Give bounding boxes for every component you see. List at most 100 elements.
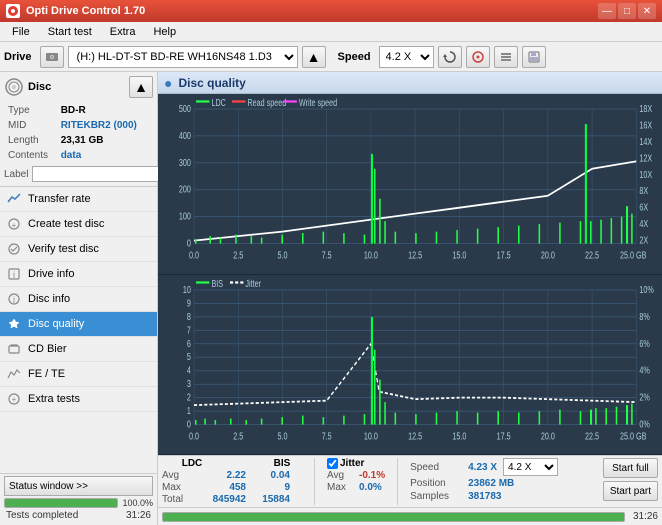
svg-text:2.5: 2.5 (233, 249, 243, 261)
svg-text:100: 100 (179, 210, 191, 222)
svg-text:3: 3 (187, 377, 191, 389)
svg-text:500: 500 (179, 103, 191, 115)
close-button[interactable]: ✕ (638, 3, 656, 19)
svg-text:6: 6 (187, 337, 191, 349)
drive-info-icon: i (6, 266, 22, 282)
samples-row: Samples 381783 (410, 491, 595, 502)
sidebar-item-disc-quality[interactable]: Disc quality (0, 312, 157, 337)
drive-select[interactable]: (H:) HL-DT-ST BD-RE WH16NS48 1.D3 (68, 46, 298, 68)
svg-text:14X: 14X (639, 136, 652, 148)
menu-help[interactable]: Help (145, 24, 184, 40)
ldc-total: 845942 (194, 494, 246, 505)
contents-value: data (59, 149, 151, 162)
svg-text:5: 5 (187, 350, 191, 362)
fe-te-label: FE / TE (28, 368, 65, 380)
divider2 (397, 458, 398, 505)
bottom-chart: 10 9 8 7 6 5 4 3 2 1 0 10% 8% 6% 4% (158, 275, 662, 456)
maximize-button[interactable]: □ (618, 3, 636, 19)
speed-stat-label: Speed (410, 462, 462, 473)
svg-text:2: 2 (187, 391, 191, 403)
sidebar-item-create-test-disc[interactable]: + Create test disc (0, 212, 157, 237)
svg-text:BIS: BIS (211, 277, 223, 289)
sidebar-item-transfer-rate[interactable]: Transfer rate (0, 187, 157, 212)
menu-extra[interactable]: Extra (102, 24, 144, 40)
minimize-button[interactable]: — (598, 3, 616, 19)
menu-start-test[interactable]: Start test (40, 24, 100, 40)
top-chart-svg: 500 400 300 200 100 0 18X 16X 14X 12X 10… (158, 94, 662, 274)
svg-text:7: 7 (187, 324, 191, 336)
drive-icon-btn[interactable] (40, 46, 64, 68)
content-area: ● Disc quality (158, 72, 662, 525)
sidebar-item-verify-test-disc[interactable]: Verify test disc (0, 237, 157, 262)
speed-stat-value: 4.23 X (468, 462, 497, 473)
mid-label: MID (6, 119, 57, 132)
disc-button[interactable] (466, 46, 490, 68)
svg-text:8: 8 (187, 310, 191, 322)
svg-text:4X: 4X (639, 218, 648, 230)
svg-text:17.5: 17.5 (497, 249, 511, 261)
verify-test-disc-label: Verify test disc (28, 243, 99, 255)
menu-file[interactable]: File (4, 24, 38, 40)
ldc-bis-stats: LDC BIS Avg 2.22 0.04 Max 458 9 Total 84… (162, 458, 302, 505)
svg-text:17.5: 17.5 (497, 430, 511, 442)
ldc-header: LDC (162, 458, 222, 469)
svg-text:Write speed: Write speed (299, 97, 337, 109)
svg-text:Read speed: Read speed (247, 97, 286, 109)
right-stats: Speed 4.23 X 4.2 X Position 23862 MB Sam… (410, 458, 595, 502)
disc-panel: Disc ▲ Type BD-R MID RITEKBR2 (000) Leng… (0, 72, 157, 187)
sidebar-item-fe-te[interactable]: FE / TE (0, 362, 157, 387)
svg-text:12.5: 12.5 (408, 430, 422, 442)
type-value: BD-R (59, 104, 151, 117)
speed-select[interactable]: 4.2 X (379, 46, 434, 68)
sidebar-item-extra-tests[interactable]: + Extra tests (0, 387, 157, 412)
svg-text:5.0: 5.0 (277, 430, 287, 442)
disc-eject-button[interactable]: ▲ (129, 76, 153, 98)
sidebar-item-cd-bier[interactable]: CD Bier (0, 337, 157, 362)
svg-text:0.0: 0.0 (189, 249, 199, 261)
disc-info-icon: i (6, 291, 22, 307)
sidebar-item-drive-info[interactable]: i Drive info (0, 262, 157, 287)
refresh-button[interactable] (438, 46, 462, 68)
start-part-button[interactable]: Start part (603, 481, 658, 501)
start-full-button[interactable]: Start full (603, 458, 658, 478)
speed-dropdown[interactable]: 4.2 X (503, 458, 558, 476)
settings-button[interactable] (494, 46, 518, 68)
transfer-rate-label: Transfer rate (28, 193, 91, 205)
drive-info-label: Drive info (28, 268, 74, 280)
app-title: Opti Drive Control 1.70 (26, 5, 145, 17)
svg-text:2.5: 2.5 (233, 430, 243, 442)
disc-label-input[interactable] (32, 166, 166, 182)
svg-text:10X: 10X (639, 168, 652, 180)
jitter-max-label: Max (327, 482, 355, 493)
progress-fill (5, 499, 117, 507)
eject-button[interactable]: ▲ (302, 46, 326, 68)
jitter-checkbox[interactable] (327, 458, 338, 469)
disc-info-label: Disc info (28, 293, 70, 305)
svg-text:i: i (13, 270, 15, 280)
svg-text:22.5: 22.5 (585, 249, 599, 261)
svg-text:i: i (13, 295, 15, 305)
save-button[interactable] (522, 46, 546, 68)
svg-text:5.0: 5.0 (277, 249, 287, 261)
svg-text:1: 1 (187, 404, 191, 416)
start-buttons: Start full Start part (603, 458, 658, 501)
bis-total: 15884 (250, 494, 290, 505)
svg-text:10.0: 10.0 (364, 430, 378, 442)
status-window-button[interactable]: Status window >> (4, 476, 153, 496)
svg-text:20.0: 20.0 (541, 249, 555, 261)
svg-text:7.5: 7.5 (322, 249, 332, 261)
app-icon (6, 4, 20, 18)
create-test-disc-label: Create test disc (28, 218, 104, 230)
total-label: Total (162, 494, 190, 505)
extra-tests-label: Extra tests (28, 393, 80, 405)
sidebar-item-disc-info[interactable]: i Disc info (0, 287, 157, 312)
svg-text:4: 4 (187, 364, 191, 376)
svg-text:10.0: 10.0 (364, 249, 378, 261)
progress-bar (4, 498, 118, 508)
bottom-progress-bar (162, 512, 625, 522)
disc-quality-label: Disc quality (28, 318, 84, 330)
contents-label: Contents (6, 149, 57, 162)
length-value: 23,31 GB (59, 134, 151, 147)
svg-text:LDC: LDC (211, 97, 226, 109)
status-text: Tests completed (4, 508, 80, 523)
